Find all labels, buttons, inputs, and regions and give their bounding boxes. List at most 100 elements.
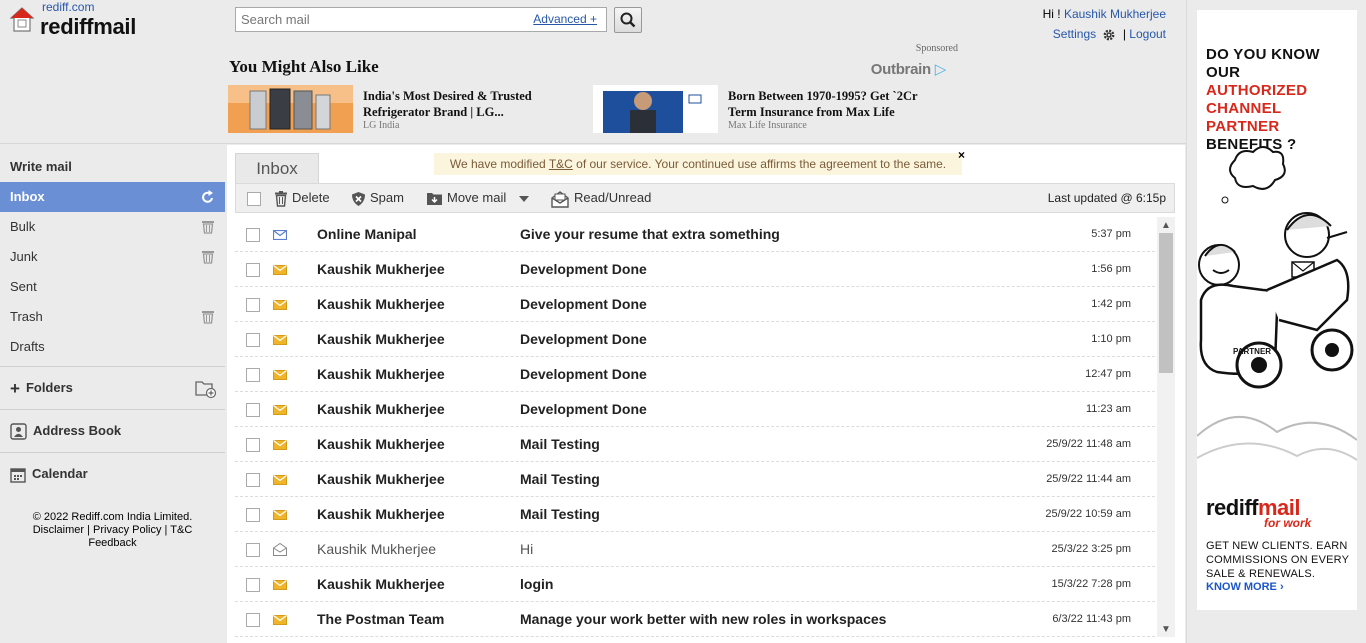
greeting: Hi ! [1042, 7, 1061, 21]
delete-button[interactable]: Delete [274, 184, 330, 212]
close-icon[interactable]: × [958, 148, 965, 162]
mail-sender: Online Manipal [317, 226, 417, 242]
sidebar-item-drafts[interactable]: Drafts [0, 332, 225, 362]
mail-checkbox[interactable] [246, 228, 260, 242]
mail-row[interactable]: Kaushik Mukherjee Mail Testing 25/9/22 11:… [235, 427, 1160, 462]
mail-subject: Development Done [520, 331, 647, 347]
sidebar-item-sent[interactable]: Sent [0, 272, 225, 302]
scroll-up-icon[interactable]: ▲ [1161, 220, 1171, 231]
mail-subject: Development Done [520, 261, 647, 277]
mail-checkbox[interactable] [246, 333, 260, 347]
last-updated-text: Last updated @ 6:15p [1047, 191, 1166, 205]
calendar-label: Calendar [32, 466, 88, 481]
home-logo-icon [10, 7, 34, 32]
envelope-icon [273, 580, 287, 590]
sidebar-item-junk[interactable]: Junk [0, 242, 225, 272]
scrollbar-thumb[interactable] [1159, 233, 1173, 373]
scroll-down-icon[interactable]: ▼ [1161, 624, 1171, 635]
tab-inbox[interactable]: Inbox [235, 153, 319, 185]
select-all-checkbox[interactable] [247, 192, 261, 206]
folders-toggle[interactable]: + Folders [0, 371, 225, 405]
mail-subject: login [520, 576, 554, 592]
ad-for-work: for work [1264, 516, 1312, 530]
address-book-label: Address Book [33, 423, 122, 438]
move-mail-button[interactable]: Move mail [426, 184, 536, 212]
address-book-link[interactable]: Address Book [0, 414, 225, 448]
mail-checkbox[interactable] [246, 578, 260, 592]
sidebar-item-label: Drafts [10, 339, 45, 354]
mail-row[interactable]: Kaushik Mukherjee Development Done 12:47 p… [235, 357, 1160, 392]
mail-row[interactable]: Kaushik Mukherjee login 15/3/22 7:28 pm [235, 567, 1160, 602]
mail-checkbox[interactable] [246, 263, 260, 277]
outbrain-logo[interactable]: Outbrain ▷ [870, 60, 947, 78]
mail-row[interactable]: Kaushik Mukherjee Mail Testing 25/9/22 11:… [235, 462, 1160, 497]
envelope-icon [273, 615, 287, 625]
tc-link[interactable]: T&C [170, 524, 192, 536]
sidebar-item-trash[interactable]: Trash [0, 302, 225, 332]
mail-row[interactable]: Online Manipal Give your resume that extr… [235, 217, 1160, 252]
mail-status [273, 508, 287, 523]
mail-row[interactable]: Kaushik Mukherjee Development Done 11:23 a… [235, 392, 1160, 427]
mail-time: 12:47 pm [1085, 368, 1131, 380]
trash-icon[interactable] [201, 249, 215, 265]
adchoices-icon: ▷ [934, 61, 947, 78]
sidebar-item-bulk[interactable]: Bulk [0, 212, 225, 242]
write-mail-button[interactable]: Write mail [0, 152, 225, 182]
mail-row[interactable]: Kaushik Mukherjee Mail Testing 25/9/22 10:… [235, 497, 1160, 532]
mail-sender: Kaushik Mukherjee [317, 331, 445, 347]
mail-row[interactable]: The Postman Team Manage your work better … [235, 602, 1160, 637]
search-button[interactable] [614, 7, 642, 33]
gear-icon[interactable] [1102, 28, 1116, 42]
mail-time: 6/3/22 11:43 pm [1052, 613, 1131, 625]
mail-row[interactable]: Kaushik Mukherjee Development Done 1:10 pm [235, 322, 1160, 357]
refresh-icon[interactable] [201, 189, 215, 205]
spam-button[interactable]: Spam [351, 184, 404, 212]
outbrain-wordmark: Outbrain [870, 61, 931, 78]
mail-status [273, 368, 287, 383]
mail-sender: Kaushik Mukherjee [317, 401, 445, 417]
search-input[interactable] [241, 11, 521, 28]
reco-card[interactable]: Born Between 1970-1995? Get `2Cr Term In… [593, 85, 958, 133]
mail-subject: Give your resume that extra something [520, 226, 780, 242]
mail-row[interactable]: Kaushik Mukherjee Development Done 1:56 pm [235, 252, 1160, 287]
mail-list-scrollbar[interactable]: ▲ ▼ [1157, 217, 1175, 637]
privacy-policy-link[interactable]: Privacy Policy [93, 524, 161, 536]
disclaimer-link[interactable]: Disclaimer [33, 524, 84, 536]
envelope-icon [273, 370, 287, 380]
mail-time: 1:56 pm [1091, 263, 1131, 275]
logout-link[interactable]: Logout [1129, 27, 1166, 41]
mail-panel: Inbox We have modified T&C of our servic… [227, 145, 1185, 643]
new-folder-icon[interactable] [195, 379, 217, 399]
trash-icon[interactable] [201, 309, 215, 325]
mail-checkbox[interactable] [246, 543, 260, 557]
mail-checkbox[interactable] [246, 298, 260, 312]
mail-row[interactable]: Kaushik Mukherjee Hi 25/3/22 3:25 pm [235, 532, 1160, 567]
partner-advertisement[interactable]: DO YOU KNOW OUR AUTHORIZED CHANNEL PARTN… [1197, 10, 1357, 610]
calendar-link[interactable]: Calendar [0, 457, 225, 491]
mail-checkbox[interactable] [246, 403, 260, 417]
reco-card[interactable]: India's Most Desired & Trusted Refrigera… [228, 85, 588, 133]
rediffmail-logo[interactable]: rediff.com rediffmail [10, 0, 150, 40]
advanced-search-link[interactable]: Advanced + [533, 12, 597, 26]
mail-row[interactable]: Kaushik Mukherjee Development Done 1:42 pm [235, 287, 1160, 322]
settings-link[interactable]: Settings [1053, 27, 1096, 41]
sidebar-item-inbox[interactable]: Inbox [0, 182, 225, 212]
ad-know-more-link[interactable]: KNOW MORE › [1206, 581, 1284, 593]
user-name-link[interactable]: Kaushik Mukherjee [1064, 7, 1166, 21]
mail-checkbox[interactable] [246, 508, 260, 522]
mail-status [273, 438, 287, 453]
feedback-link[interactable]: Feedback [88, 537, 136, 549]
notice-tc-link[interactable]: T&C [549, 157, 573, 171]
mail-checkbox[interactable] [246, 438, 260, 452]
sidebar-item-label: Inbox [10, 189, 45, 204]
mail-checkbox[interactable] [246, 368, 260, 382]
sidebar-footer: © 2022 Rediff.com India Limited. Disclai… [0, 511, 225, 550]
mail-checkbox[interactable] [246, 613, 260, 627]
reco-title: Born Between 1970-1995? Get `2Cr Term In… [728, 89, 918, 119]
trash-icon[interactable] [201, 219, 215, 235]
mail-time: 15/3/22 7:28 pm [1051, 578, 1131, 590]
mail-checkbox[interactable] [246, 473, 260, 487]
mail-status [273, 333, 287, 348]
read-unread-button[interactable]: Read/Unread [550, 184, 651, 212]
ad-brand-rediff: rediff [1206, 495, 1259, 520]
